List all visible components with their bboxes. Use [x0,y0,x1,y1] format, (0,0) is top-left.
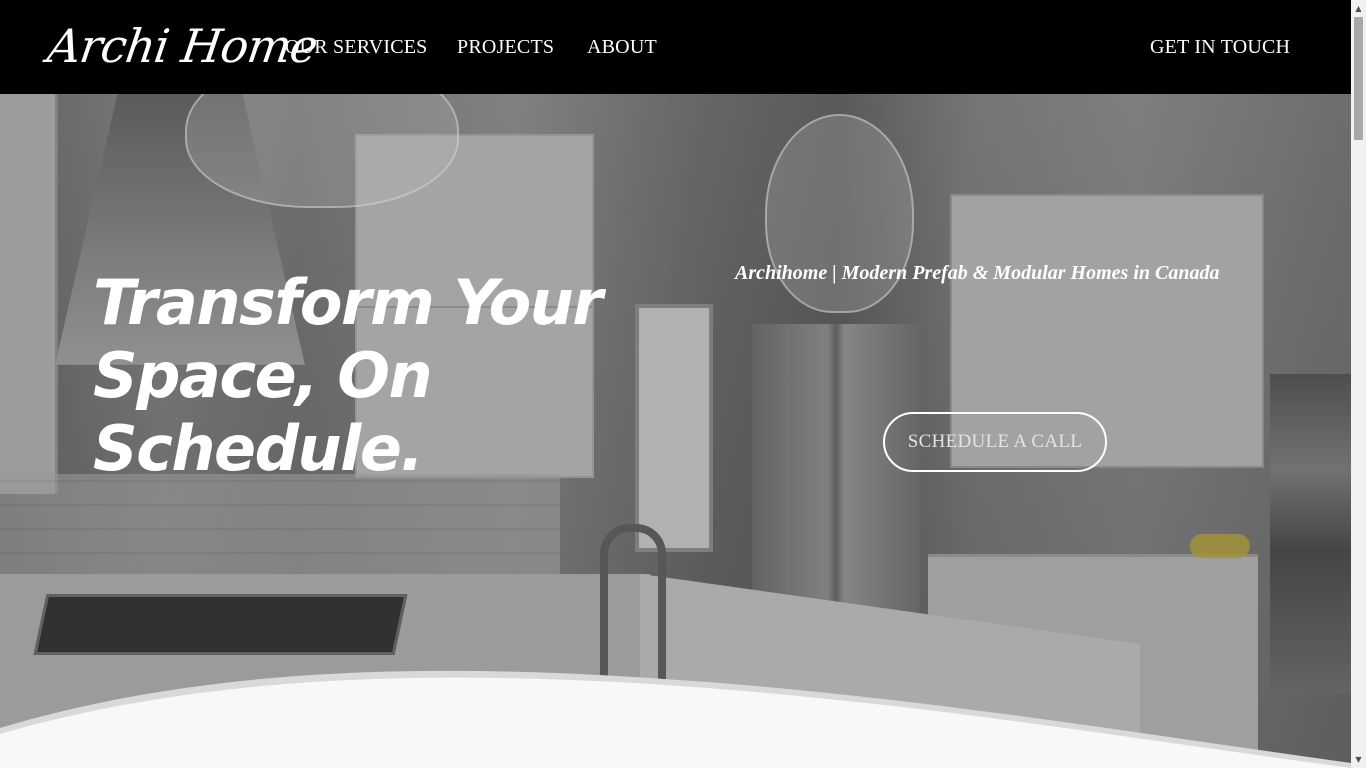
top-navbar: Archi Home OUR SERVICES PROJECTS ABOUT G… [0,0,1351,94]
nav-projects[interactable]: PROJECTS [457,34,554,60]
scrollbar-thumb[interactable] [1354,17,1363,140]
vertical-scrollbar[interactable]: ▲ ▼ [1351,0,1366,768]
schedule-call-button[interactable]: SCHEDULE A CALL [883,412,1107,472]
nav-about[interactable]: ABOUT [587,34,657,60]
hero-headline: Transform Your Space, On Schedule. [93,266,603,485]
nav-get-in-touch[interactable]: GET IN TOUCH [1150,34,1290,60]
hero-section: Transform Your Space, On Schedule. Archi… [0,94,1351,768]
wave-divider [0,670,1351,768]
hero-tagline: Archihome | Modern Prefab & Modular Home… [735,262,1220,284]
nav-our-services[interactable]: OUR SERVICES [285,34,428,60]
site-logo[interactable]: Archi Home [44,14,322,78]
scroll-down-arrow-icon[interactable]: ▼ [1351,751,1366,768]
scroll-up-arrow-icon[interactable]: ▲ [1351,0,1366,17]
